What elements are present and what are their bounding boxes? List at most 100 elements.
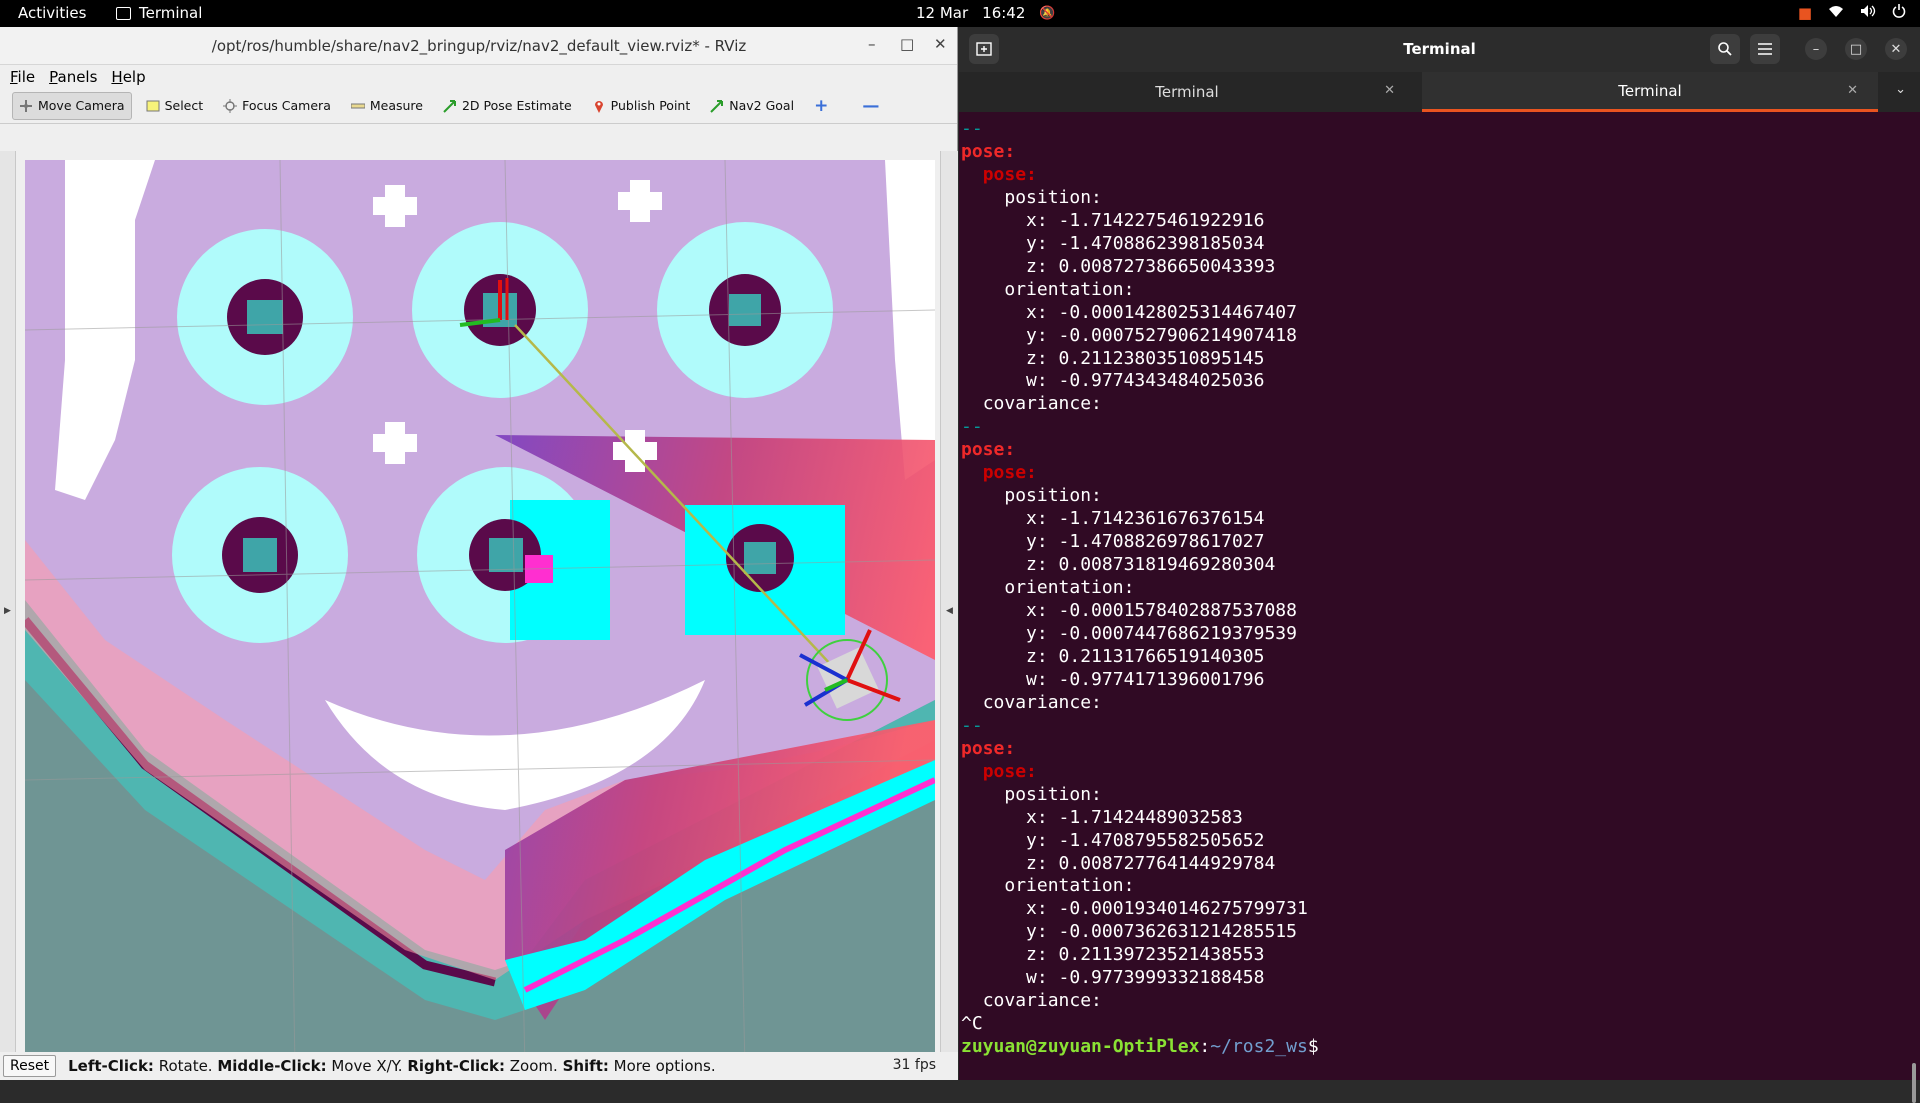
tab-label: Terminal xyxy=(1155,83,1219,101)
mouse-hint: Left-Click: Rotate. Middle-Click: Move X… xyxy=(68,1057,716,1075)
green-arrow-icon xyxy=(710,99,724,113)
close-icon[interactable]: ✕ xyxy=(934,35,947,53)
terminal-text: position: xyxy=(1004,485,1102,507)
right-panel-handle[interactable]: ◀ xyxy=(940,151,958,1073)
clock[interactable]: 12 Mar 16:42 🔕 xyxy=(916,4,1056,22)
tab-overflow-chevron-icon[interactable]: ⌄ xyxy=(1895,82,1906,97)
remove-tool-button[interactable]: — xyxy=(856,92,885,120)
terminal-text: pose: xyxy=(982,760,1037,782)
terminal-tab-1[interactable]: Terminal ✕ xyxy=(959,72,1415,112)
reset-button[interactable]: Reset xyxy=(3,1055,57,1077)
volume-icon xyxy=(1860,4,1876,22)
plus-icon: + xyxy=(814,95,829,116)
expand-left-icon: ▶ xyxy=(4,606,11,616)
menu-panels[interactable]: Panels xyxy=(49,68,97,86)
tool-nav2-goal[interactable]: Nav2 Goal xyxy=(704,92,800,120)
select-icon xyxy=(146,100,160,111)
terminal-text: orientation: xyxy=(1004,577,1135,599)
map-pin-icon xyxy=(594,100,603,113)
tab-label: Terminal xyxy=(1618,81,1682,100)
date-label: 12 Mar xyxy=(916,4,969,22)
terminal-text: 0.21131766519140305 xyxy=(1058,645,1265,667)
tool-label: Nav2 Goal xyxy=(729,98,795,113)
terminal-text: -0.0007527906214907418 xyxy=(1058,324,1297,346)
terminal-text: ~/ros2_ws xyxy=(1210,1036,1308,1058)
terminal-window: Terminal – □ ✕ Terminal ✕ Terminal ✕ ⌄ -… xyxy=(959,27,1920,1103)
tool-label: Measure xyxy=(369,98,423,113)
terminal-text: -0.00014280253144674​07 xyxy=(1058,301,1297,323)
minimize-icon[interactable]: – xyxy=(868,35,876,53)
rviz-titlebar[interactable]: /opt/ros/humble/share/nav2_bringup/rviz/… xyxy=(0,27,957,65)
terminal-text: $ xyxy=(1307,1036,1319,1058)
tool-move-camera[interactable]: Move Camera xyxy=(12,91,132,120)
close-button[interactable]: ✕ xyxy=(1885,38,1907,60)
rviz-window-title: /opt/ros/humble/share/nav2_bringup/rviz/… xyxy=(211,37,747,55)
tool-focus-camera[interactable]: Focus Camera xyxy=(217,92,337,120)
terminal-text: -1.7142361676376154 xyxy=(1058,508,1265,530)
close-tab-icon[interactable]: ✕ xyxy=(1847,83,1858,98)
terminal-text: -1.7142275461922916 xyxy=(1058,209,1265,231)
terminal-text: pose: xyxy=(961,439,1016,461)
add-tool-button[interactable]: + xyxy=(808,92,834,120)
hint-key: Left-Click: xyxy=(68,1057,154,1075)
system-tray[interactable]: ■ xyxy=(1798,4,1906,22)
activities-button[interactable]: Activities xyxy=(18,4,86,22)
terminal-text: covariance: xyxy=(982,990,1102,1012)
terminal-text: position: xyxy=(1004,186,1102,208)
terminal-text: -- xyxy=(961,118,983,139)
app-name: Terminal xyxy=(139,4,203,22)
terminal-tabbar: Terminal ✕ Terminal ✕ ⌄ xyxy=(959,72,1920,112)
tool-select[interactable]: Select xyxy=(140,92,210,120)
close-icon: ✕ xyxy=(1890,41,1902,57)
hint-key: Shift: xyxy=(562,1057,609,1075)
terminal-text: -- xyxy=(961,714,983,736)
tool-label: Move Camera xyxy=(38,98,125,113)
terminal-text: -- xyxy=(961,416,983,438)
maximize-icon[interactable]: □ xyxy=(900,35,914,53)
terminal-text: -0.0007447686219379539 xyxy=(1058,622,1297,644)
menu-button[interactable] xyxy=(1750,34,1780,64)
tool-publish-point[interactable]: Publish Point xyxy=(586,92,697,120)
rviz-3d-viewport[interactable] xyxy=(25,160,935,1068)
terminal-text: pose: xyxy=(982,163,1037,185)
hint-text: Zoom. xyxy=(505,1057,563,1075)
terminal-text: -1.4708795582505652 xyxy=(1058,829,1265,851)
maximize-button[interactable]: □ xyxy=(1845,38,1867,60)
terminal-text: ^C xyxy=(961,1013,983,1035)
hint-key: Middle-Click: xyxy=(217,1057,327,1075)
obstacle-row-top xyxy=(177,222,833,405)
left-panel-handle[interactable]: ▶ xyxy=(0,151,16,1073)
menu-file[interactable]: File xyxy=(10,68,35,86)
rviz-window: /opt/ros/humble/share/nav2_bringup/rviz/… xyxy=(0,27,958,1080)
hamburger-menu-icon xyxy=(1758,43,1772,55)
time-label: 16:42 xyxy=(982,4,1026,22)
menu-help[interactable]: Help xyxy=(111,68,145,86)
terminal-text: covariance: xyxy=(982,691,1102,713)
search-button[interactable] xyxy=(1710,34,1740,64)
terminal-text: orientation: xyxy=(1004,278,1135,300)
terminal-scrollbar[interactable] xyxy=(1912,1063,1916,1103)
tool-label: Select xyxy=(164,98,204,113)
maximize-icon: □ xyxy=(1849,41,1863,57)
terminal-text: covariance: xyxy=(982,393,1102,415)
terminal-text: 0.21139723521438553 xyxy=(1058,944,1265,966)
terminal-output[interactable]: -- pose: pose: position: x: -1.714227546… xyxy=(961,116,1901,1080)
move-camera-icon xyxy=(20,99,32,112)
notifications-off-icon: 🔕 xyxy=(1039,5,1056,21)
terminal-tab-2[interactable]: Terminal ✕ xyxy=(1422,72,1878,112)
tool-label: 2D Pose Estimate xyxy=(461,98,572,113)
close-tab-icon[interactable]: ✕ xyxy=(1384,83,1395,98)
minimize-icon: – xyxy=(1812,41,1820,57)
terminal-text: pose: xyxy=(961,140,1016,162)
terminal-text: -0.9773999332188458 xyxy=(1058,967,1265,989)
hint-text: Move X/Y. xyxy=(326,1057,408,1075)
terminal-text: position: xyxy=(1004,783,1102,805)
terminal-headerbar[interactable]: Terminal – □ ✕ xyxy=(959,27,1920,72)
green-arrow-icon xyxy=(443,99,456,113)
tool-2d-pose-estimate[interactable]: 2D Pose Estimate xyxy=(437,92,578,120)
minimize-button[interactable]: – xyxy=(1805,38,1827,60)
power-icon xyxy=(1892,4,1906,22)
app-menu[interactable]: Terminal xyxy=(116,4,202,22)
terminal-text: -1.71424489032583 xyxy=(1058,806,1243,828)
tool-measure[interactable]: Measure xyxy=(345,92,429,120)
